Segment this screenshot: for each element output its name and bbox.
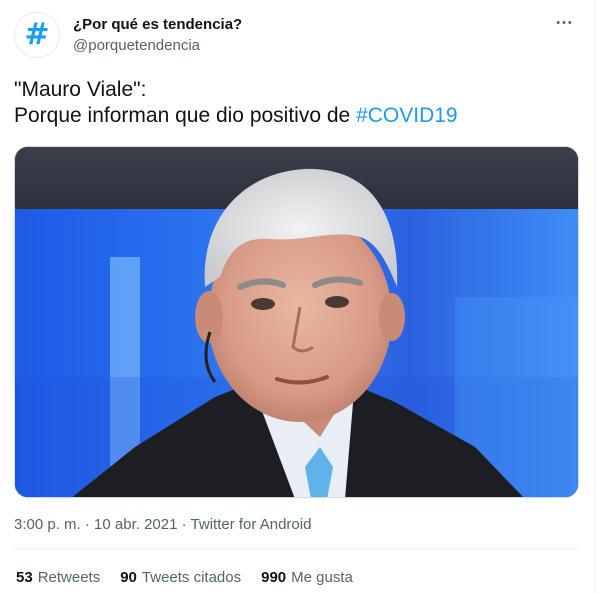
hashtag-icon: # [24, 17, 50, 52]
likes-stat[interactable]: 990 Me gusta [261, 569, 353, 586]
tweet-date[interactable]: 10 abr. 2021 [94, 516, 177, 533]
tweet-time[interactable]: 3:00 p. m. [14, 516, 81, 533]
quote-tweets-stat[interactable]: 90 Tweets citados [120, 569, 241, 586]
likes-label: Me gusta [291, 569, 353, 586]
tweet-source[interactable]: Twitter for Android [191, 516, 312, 533]
display-name[interactable]: ¿Por qué es tendencia? [73, 16, 242, 33]
retweets-label: Retweets [37, 569, 101, 586]
tweet-card: # ¿Por qué es tendencia? @porquetendenci… [0, 0, 595, 593]
meta-separator-2: · [177, 516, 191, 533]
hashtag-link[interactable]: #COVID19 [356, 104, 458, 127]
tweet-text-line1: "Mauro Viale": [14, 78, 147, 101]
tweet-photo[interactable] [14, 146, 579, 498]
user-handle[interactable]: @porquetendencia [73, 37, 200, 54]
likes-count: 990 [261, 569, 287, 586]
tweet-meta: 3:00 p. m. · 10 abr. 2021 · Twitter for … [14, 516, 311, 533]
tweet-text-line2: Porque informan que dio positivo de #COV… [14, 103, 574, 129]
photo-illustration [15, 147, 578, 497]
divider [14, 549, 578, 550]
more-options-button[interactable]: ••• [552, 12, 578, 34]
retweets-stat[interactable]: 53 Retweets [16, 569, 100, 586]
quote-tweets-count: 90 [120, 569, 137, 586]
tweet-stats: 53 Retweets 90 Tweets citados 990 Me gusta [16, 569, 353, 586]
meta-separator: · [80, 516, 95, 533]
tweet-header: # ¿Por qué es tendencia? @porquetendenci… [14, 12, 580, 60]
retweets-count: 53 [16, 569, 33, 586]
tweet-text-body: Porque informan que dio positivo de [14, 104, 357, 127]
avatar[interactable]: # [14, 12, 60, 58]
tweet-text: "Mauro Viale": Porque informan que dio p… [14, 77, 574, 129]
quote-tweets-label: Tweets citados [141, 569, 242, 586]
more-dots-icon: ••• [556, 17, 574, 29]
